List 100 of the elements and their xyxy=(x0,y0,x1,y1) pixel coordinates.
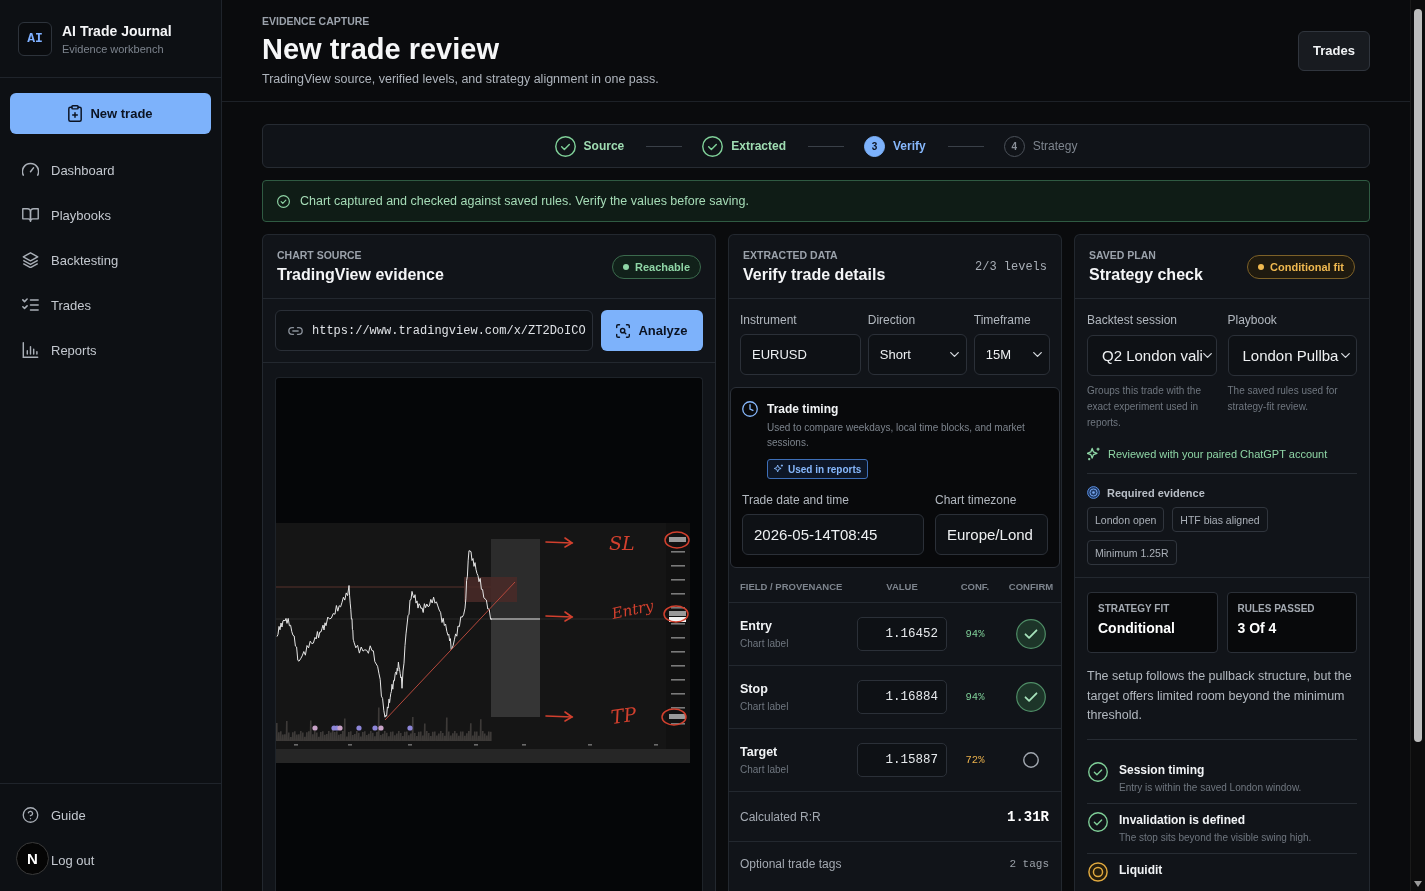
chip-label: Used in reports xyxy=(788,463,862,475)
value-field[interactable]: 1.16884 xyxy=(857,680,947,714)
new-trade-button[interactable]: New trade xyxy=(10,93,211,134)
status-dot-icon xyxy=(622,263,629,270)
rule-title: Session timing xyxy=(1119,762,1206,777)
step-connector xyxy=(947,145,984,147)
step-label: Source xyxy=(583,139,625,153)
clock-icon xyxy=(742,401,758,417)
field-label: Direction xyxy=(867,313,917,327)
nav-item[interactable]: Dashboard xyxy=(10,152,211,188)
field-name: Entry xyxy=(740,619,773,633)
nav-item[interactable]: Trades xyxy=(10,287,211,323)
card-title: Trade timing xyxy=(767,401,839,417)
rule-title: Liquidit xyxy=(1119,862,1163,877)
scan-search-icon xyxy=(616,323,631,338)
nav-item[interactable]: Reports xyxy=(10,332,211,368)
badge-label: Reachable xyxy=(634,260,690,273)
page-subtitle: TradingView source, verified levels, and strategy alignment in one pass. xyxy=(262,72,659,86)
review-note: Reviewed with your paired ChatGPT account xyxy=(1108,448,1328,460)
dropdown-field[interactable]: London Pullba xyxy=(1227,335,1357,376)
nav-item[interactable]: Log out xyxy=(50,842,211,878)
step-connector xyxy=(808,145,844,147)
stat-label: STRATEGY FIT xyxy=(1098,603,1171,614)
value-field[interactable]: 1.16452 xyxy=(857,617,947,651)
scroll-down-arrow-icon[interactable] xyxy=(1414,881,1422,887)
url-field[interactable]: https://www.tradingview.com/x/ZT2DoICO xyxy=(275,310,593,351)
rr-value: 1.31R xyxy=(1007,808,1049,825)
summary-text: The setup follows the pullback structure, but the target offers limited room beyond the minimum threshold. xyxy=(1087,667,1357,740)
dev-tools-badge[interactable]: N xyxy=(16,842,49,875)
alert-message: Chart captured and checked against saved rules. Verify the values before saving. xyxy=(300,194,749,208)
levels-count: 2/3 levels xyxy=(975,260,1047,274)
link-icon xyxy=(288,326,303,335)
evidence-tag: HTF bias aligned xyxy=(1172,507,1268,532)
field-name: Target xyxy=(740,745,779,759)
tags-label: Optional trade tags xyxy=(740,857,842,871)
nav-item[interactable]: Guide xyxy=(10,797,211,833)
column-header: CONFIRM xyxy=(1007,580,1055,592)
nav-item[interactable]: Backtesting xyxy=(10,242,211,278)
confidence-value: 94% xyxy=(965,628,985,640)
field-name: Stop xyxy=(740,682,769,696)
badge-label: Conditional fit xyxy=(1270,260,1344,273)
step-label: Strategy xyxy=(1032,139,1078,153)
analyze-button[interactable]: Analyze xyxy=(601,310,703,351)
page-eyebrow: EVIDENCE CAPTURE xyxy=(262,15,371,27)
rule-detail: Entry is within the saved London window. xyxy=(1119,781,1302,793)
rule-detail: The stop sits beyond the visible swing high. xyxy=(1119,831,1312,843)
caret-icon xyxy=(949,352,959,357)
dropdown-field[interactable]: 15M xyxy=(973,334,1050,375)
field-source: Chart label xyxy=(740,764,790,775)
clipboard-plus-icon xyxy=(68,105,83,122)
layers-icon xyxy=(22,252,39,268)
value-field[interactable]: 1.15887 xyxy=(857,743,947,777)
confirmed-check-icon[interactable] xyxy=(1016,682,1046,712)
dropdown-field[interactable]: Short xyxy=(867,334,967,375)
caret-icon xyxy=(1341,353,1350,358)
input-field[interactable]: Europe/Lond xyxy=(935,514,1048,555)
annotation-arrow xyxy=(545,711,574,722)
annotation-circle xyxy=(663,605,689,623)
supply-zone xyxy=(464,577,517,602)
field-label: Chart timezone xyxy=(935,493,1018,507)
book-icon xyxy=(22,207,39,223)
card-description: Used to compare weekdays, local time blocks, and market sessions. xyxy=(767,421,1026,450)
field-source: Chart label xyxy=(740,701,790,712)
panel-title: TradingView evidence xyxy=(277,266,444,284)
caret-icon xyxy=(1202,353,1212,358)
confirmed-check-icon[interactable] xyxy=(1016,619,1046,649)
section-label: Required evidence xyxy=(1107,486,1205,499)
input-field[interactable]: 2026-05-14T08:45 xyxy=(742,514,924,555)
empty-circle-icon[interactable] xyxy=(1023,752,1039,768)
annotation-arrow xyxy=(545,537,574,548)
step-connector xyxy=(646,145,683,147)
nav-item[interactable]: Playbooks xyxy=(10,197,211,233)
annotation-arrow xyxy=(545,611,574,622)
event-marker xyxy=(407,725,413,731)
scrollbar-thumb[interactable] xyxy=(1414,9,1422,742)
step-number: 3 xyxy=(864,135,885,157)
stat-value: Conditional xyxy=(1098,620,1176,636)
app-logo: AI xyxy=(18,21,52,56)
panel-title: Verify trade details xyxy=(743,266,886,284)
help-icon xyxy=(22,807,39,823)
checklist-icon xyxy=(22,297,39,313)
evidence-tag: Minimum 1.25R xyxy=(1087,540,1177,565)
gauge-icon xyxy=(22,162,39,178)
input-field[interactable]: EURUSD xyxy=(740,334,861,375)
app-title: AI Trade Journal xyxy=(62,22,172,39)
dropdown-field[interactable]: Q2 London vali xyxy=(1087,335,1217,376)
section-eyebrow: CHART SOURCE xyxy=(277,249,363,261)
annotation-circle xyxy=(664,531,690,549)
stat-value: 3 Of 4 xyxy=(1237,620,1278,636)
caret-icon xyxy=(1033,352,1042,357)
section-eyebrow: EXTRACTED DATA xyxy=(743,249,839,261)
trades-button[interactable]: Trades xyxy=(1298,30,1370,71)
section-eyebrow: SAVED PLAN xyxy=(1089,249,1157,261)
annotation-label: TP xyxy=(609,702,638,728)
sparkle-icon xyxy=(1087,447,1101,461)
help-text: The saved rules used for strategy-fit review. xyxy=(1227,384,1339,414)
confidence-value: 72% xyxy=(965,754,985,766)
scrollbar[interactable] xyxy=(1410,0,1425,891)
step-label: Verify xyxy=(893,139,926,153)
field-label: Trade date and time xyxy=(742,493,850,507)
